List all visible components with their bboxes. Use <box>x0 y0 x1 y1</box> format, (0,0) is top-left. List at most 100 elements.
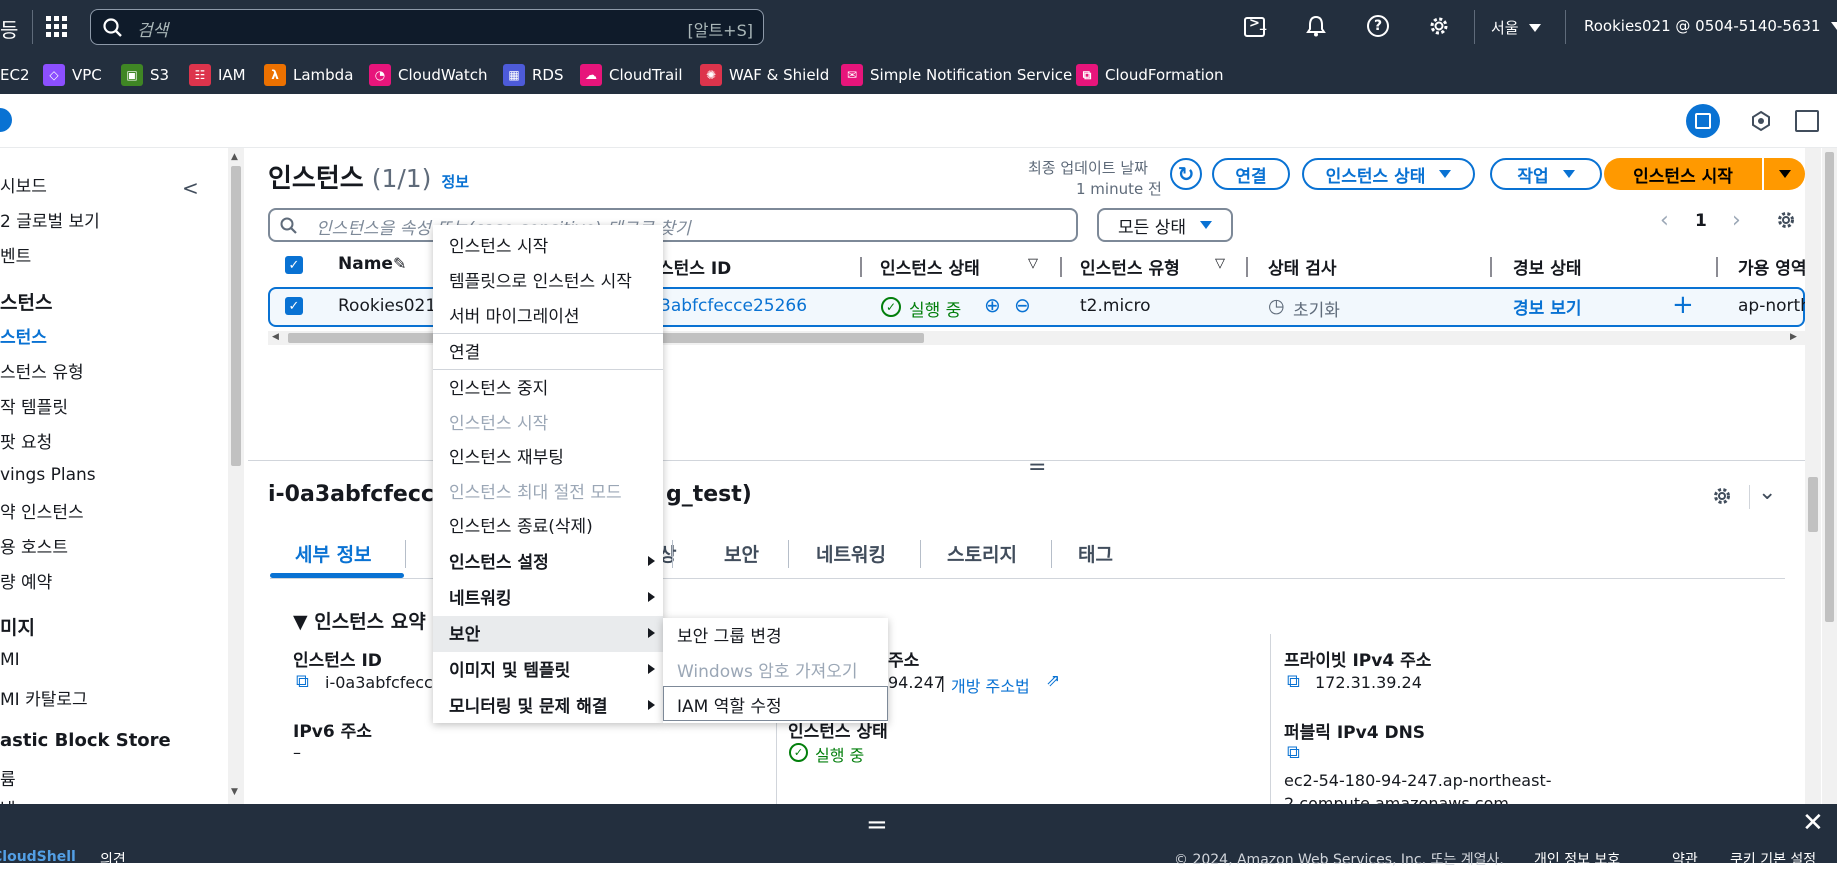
column-header-availability-zone[interactable]: 가용 영역 <box>1738 254 1806 279</box>
sidebar-item-instance-types[interactable]: 스턴스 유형 <box>0 358 84 383</box>
page-number[interactable]: 1 <box>1695 211 1707 231</box>
sidebar-item-capacity-reservations[interactable]: 량 예약 <box>0 568 52 593</box>
favorite-s3[interactable]: ▣ S3 <box>121 63 169 87</box>
gear-icon[interactable] <box>1428 15 1450 37</box>
actions-button[interactable]: 작업 <box>1490 158 1602 190</box>
favorite-vpc[interactable]: ◇ VPC <box>43 63 102 87</box>
copy-icon[interactable]: ⧉ <box>1287 742 1300 763</box>
services-grid-icon[interactable] <box>46 16 68 38</box>
sidebar-item-dashboard[interactable]: 시보드 <box>0 172 47 197</box>
sort-icon[interactable]: ▽ <box>1215 256 1225 271</box>
column-header-instance-type[interactable]: 인스턴스 유형 <box>1080 254 1180 279</box>
menu-item-terminate-instance[interactable]: 인스턴스 종료(삭제) <box>449 512 593 537</box>
column-header-status-check[interactable]: 상태 검사 <box>1268 254 1336 279</box>
zoom-out-icon[interactable]: ⊖ <box>1014 293 1031 317</box>
cookie-preferences-link[interactable]: 쿠키 기본 설정 <box>1730 849 1816 869</box>
sidebar-section-ebs[interactable]: astic Block Store <box>0 730 171 751</box>
sort-icon[interactable]: ▽ <box>1028 256 1038 271</box>
cloudshell-icon[interactable]: >_ <box>1244 16 1266 37</box>
column-header-alarm-status[interactable]: 경보 상태 <box>1513 254 1581 279</box>
display-panel-icon[interactable] <box>1795 110 1819 132</box>
instance-summary-toggle[interactable]: ▼ 인스턴스 요약 <box>293 607 426 634</box>
tab-security[interactable]: 보안 <box>724 540 759 567</box>
tab-details[interactable]: 세부 정보 <box>295 540 372 567</box>
next-page-icon[interactable]: › <box>1732 208 1741 233</box>
sidebar-section-instances[interactable]: 스턴스 <box>0 288 52 315</box>
scroll-left-icon[interactable]: ◀ <box>272 332 279 342</box>
resize-handle-icon[interactable]: = <box>1028 457 1046 479</box>
launch-instance-button[interactable]: 인스턴스 시작 <box>1604 158 1762 190</box>
menu-item-launch-from-template[interactable]: 템플릿으로 인스턴스 시작 <box>449 267 632 292</box>
add-alarm-icon[interactable]: + <box>1672 290 1694 320</box>
account-menu[interactable]: Rookies021 @ 0504-5140-5631 <box>1584 17 1837 35</box>
prev-page-icon[interactable]: ‹ <box>1660 208 1669 233</box>
zoom-in-icon[interactable]: ⊕ <box>984 293 1001 317</box>
menu-item-instance-settings[interactable]: 인스턴스 설정 <box>449 548 549 573</box>
sidebar-item-spot-requests[interactable]: 팟 요청 <box>0 428 52 453</box>
instance-state-button[interactable]: 인스턴스 상태 <box>1302 158 1475 190</box>
row-instance-id[interactable]: 3abfcfecce25266 <box>660 296 807 316</box>
sidebar-item-instances[interactable]: 스턴스 <box>0 323 47 348</box>
help-icon[interactable]: ? <box>1367 15 1389 37</box>
menu-item-connect[interactable]: 연결 <box>449 338 480 363</box>
aws-logo-fragment[interactable]: 등 <box>0 14 18 43</box>
menu-item-stop-instance[interactable]: 인스턴스 중지 <box>449 374 548 399</box>
launch-dropdown-button[interactable] <box>1764 158 1805 190</box>
menu-item-monitoring-troubleshooting[interactable]: 모니터링 및 문제 해결 <box>449 692 608 717</box>
favorite-rds[interactable]: ▦ RDS <box>503 63 564 87</box>
sidebar-item-ami[interactable]: MI <box>0 650 20 670</box>
menu-item-reboot-instance[interactable]: 인스턴스 재부팅 <box>449 443 564 468</box>
menu-item-images-templates[interactable]: 이미지 및 템플릿 <box>449 656 570 681</box>
favorite-cloudwatch[interactable]: ◔ CloudWatch <box>369 63 488 87</box>
tab-networking[interactable]: 네트워킹 <box>816 540 886 567</box>
main-scrollbar[interactable] <box>1805 148 1821 804</box>
external-link-icon[interactable]: ⇗ <box>1046 671 1060 691</box>
menu-item-launch-instance[interactable]: 인스턴스 시작 <box>449 232 548 257</box>
filter-input[interactable]: 인스턴스을 속성 또는(case-sensitive) 태그로 찾기 <box>268 208 1078 242</box>
column-header-instance-id[interactable]: 스턴스 ID <box>658 254 731 279</box>
menu-toggle-icon[interactable] <box>0 108 12 132</box>
scroll-up-icon[interactable]: ▲ <box>231 152 238 162</box>
sidebar-item-events[interactable]: 벤트 <box>0 242 31 267</box>
row-checkbox[interactable]: ✓ <box>285 297 303 315</box>
sidebar-item-ami-catalog[interactable]: MI 카탈로그 <box>0 685 88 710</box>
sidebar-item-global-view[interactable]: 2 글로벌 보기 <box>0 207 100 232</box>
sidebar-scroll-thumb[interactable] <box>231 166 241 466</box>
detail-settings-icon[interactable] <box>1712 486 1732 506</box>
main-scroll-thumb[interactable] <box>1808 477 1818 532</box>
collapse-chevron-icon[interactable]: ⌄ <box>1758 480 1776 505</box>
submenu-item-modify-iam-role[interactable]: IAM 역할 수정 <box>677 692 782 717</box>
search-input[interactable]: 검색 [알트+S] <box>90 9 764 45</box>
tab-storage[interactable]: 스토리지 <box>947 540 1017 567</box>
favorite-iam[interactable]: ☷ IAM <box>189 63 246 87</box>
bell-icon[interactable] <box>1306 15 1326 37</box>
open-address-link[interactable]: 개방 주소법 <box>951 673 1030 697</box>
select-all-checkbox[interactable]: ✓ <box>285 256 303 274</box>
favorite-cloudformation[interactable]: ⧉ CloudFormation <box>1076 63 1224 87</box>
column-header-instance-state[interactable]: 인스턴스 상태 <box>880 254 980 279</box>
row-view-alarms-link[interactable]: 경보 보기 <box>1513 294 1581 319</box>
favorite-cloudtrail[interactable]: ☁ CloudTrail <box>580 63 683 87</box>
column-header-name[interactable]: Name <box>338 254 393 274</box>
scroll-right-icon[interactable]: ▶ <box>1790 332 1797 342</box>
menu-item-migrate-server[interactable]: 서버 마이그레이션 <box>449 302 580 327</box>
sidebar-item-reserved-instances[interactable]: 약 인스턴스 <box>0 498 84 523</box>
sidebar-item-launch-templates[interactable]: 작 템플릿 <box>0 393 68 418</box>
notifications-panel-icon[interactable] <box>1750 110 1772 132</box>
close-icon[interactable]: ✕ <box>1802 808 1824 838</box>
sidebar-item-volumes[interactable]: 륨 <box>0 765 16 790</box>
privacy-link[interactable]: 개인 정보 보호 <box>1534 849 1620 869</box>
favorite-lambda[interactable]: λ Lambda <box>264 63 353 87</box>
panel-toggle-icon[interactable] <box>1686 104 1720 138</box>
favorite-sns[interactable]: ✉ Simple Notification Service <box>841 63 1072 87</box>
terms-link[interactable]: 약관 <box>1672 849 1698 869</box>
favorite-ec2[interactable]: EC2 <box>0 63 30 87</box>
page-scroll-thumb[interactable] <box>1825 152 1834 622</box>
sidebar-item-dedicated-hosts[interactable]: 용 호스트 <box>0 533 68 558</box>
copy-icon[interactable]: ⧉ <box>1287 671 1300 692</box>
connect-button[interactable]: 연결 <box>1212 158 1290 190</box>
table-settings-icon[interactable] <box>1776 210 1796 230</box>
state-filter-select[interactable]: 모든 상태 <box>1097 208 1233 242</box>
resize-handle-icon[interactable]: = <box>866 810 888 840</box>
sidebar-section-images[interactable]: 미지 <box>0 613 35 640</box>
